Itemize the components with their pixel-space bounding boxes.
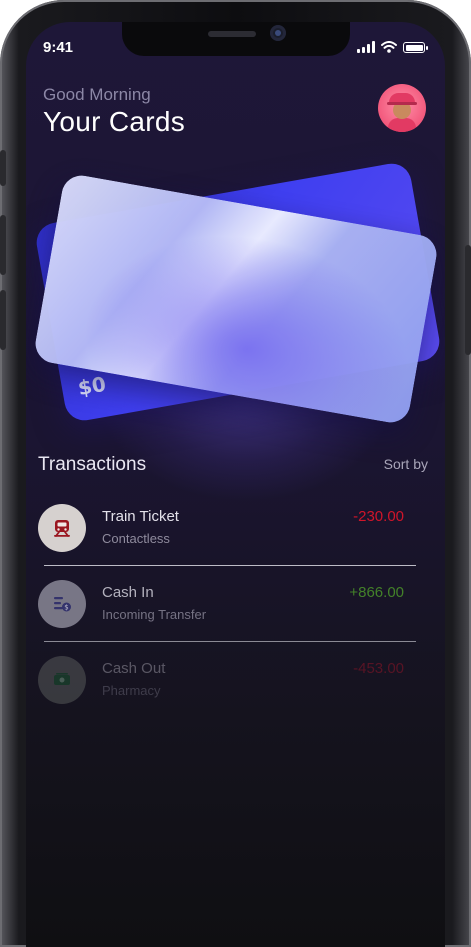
transaction-subtitle: Incoming Transfer [102, 607, 207, 622]
sort-by-button[interactable]: Sort by [384, 456, 428, 472]
transaction-subtitle: Contactless [102, 531, 170, 546]
transaction-row[interactable]: Cash Out Pharmacy -453.00 [38, 656, 418, 716]
transaction-row[interactable]: Train Ticket Contactless -230.00 [38, 504, 418, 564]
transaction-name: Cash Out [102, 660, 166, 677]
avatar-cap-brim [387, 102, 417, 105]
speaker-grille [208, 31, 256, 37]
svg-text:$: $ [64, 604, 68, 612]
screen: 9:41 Good Morning Your Cards $0 Transact… [26, 22, 445, 947]
volume-up-button [0, 215, 6, 275]
battery-icon [403, 42, 428, 53]
signal-icon [357, 41, 375, 53]
status-time: 9:41 [43, 39, 74, 56]
transaction-amount: -453.00 [353, 660, 404, 677]
transaction-name: Train Ticket [102, 508, 179, 525]
front-camera [270, 25, 286, 41]
volume-down-button [0, 290, 6, 350]
train-icon [38, 504, 86, 552]
avatar[interactable] [378, 84, 426, 132]
wifi-icon [381, 41, 397, 53]
page-title: Your Cards [43, 106, 186, 137]
cash-icon [38, 656, 86, 704]
card-back-balance: $0 [76, 371, 108, 401]
power-button [465, 245, 471, 355]
transaction-subtitle: Pharmacy [102, 683, 161, 698]
divider [44, 641, 416, 642]
divider [44, 565, 416, 566]
status-icons [357, 41, 428, 53]
transaction-amount: +866.00 [349, 584, 404, 601]
avatar-body [388, 118, 416, 132]
greeting-text: Good Morning [43, 85, 151, 104]
notch [122, 22, 350, 56]
transaction-amount: -230.00 [353, 508, 404, 525]
transaction-row[interactable]: $ Cash In Incoming Transfer +866.00 [38, 580, 418, 640]
silent-switch [0, 150, 6, 186]
transaction-name: Cash In [102, 584, 154, 601]
transactions-title: Transactions [38, 454, 147, 475]
transfer-icon: $ [38, 580, 86, 628]
